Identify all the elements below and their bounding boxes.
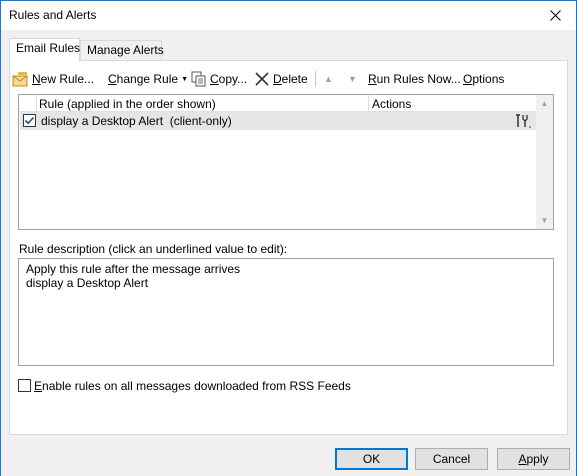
cancel-button-label: Cancel [432, 452, 471, 466]
options-button[interactable]: Options [463, 68, 504, 90]
actions-tools-icon [516, 114, 531, 128]
apply-button[interactable]: Apply [497, 448, 570, 470]
rules-list[interactable]: Rule (applied in the order shown) Action… [18, 94, 554, 230]
dialog-footer [1, 437, 576, 476]
move-up-button[interactable]: ▲ [324, 68, 333, 90]
move-down-button[interactable]: ▼ [348, 68, 357, 90]
cancel-button[interactable]: Cancel [415, 448, 488, 470]
rule-description-label-text: Rule description (click an underlined va… [19, 242, 288, 256]
rule-description-label: Rule description (click an underlined va… [19, 242, 287, 256]
copy-icon [191, 71, 206, 87]
rule-enabled-checkbox[interactable] [23, 114, 36, 127]
column-divider [368, 95, 369, 111]
close-button[interactable] [534, 1, 576, 30]
column-divider [36, 95, 37, 111]
scroll-up-icon: ▲ [540, 99, 549, 108]
description-line: Apply this rule after the message arrive… [26, 262, 241, 276]
rules-toolbar: New Rule... Change Rule ▼ Copy... Delete… [12, 68, 562, 90]
delete-icon [255, 72, 269, 86]
tab-email-rules[interactable]: Email Rules [9, 38, 80, 62]
rss-rules-label: Enable rules on all messages downloaded … [34, 379, 351, 393]
column-header-rule[interactable]: Rule (applied in the order shown) [39, 97, 216, 111]
delete-button[interactable]: Delete [255, 68, 308, 90]
change-rule-button[interactable]: Change Rule ▼ [108, 68, 188, 90]
toolbar-separator [315, 71, 316, 87]
chevron-down-icon: ▼ [181, 75, 188, 83]
new-rule-icon [12, 72, 28, 87]
scroll-down-button[interactable]: ▼ [536, 212, 553, 229]
rule-row[interactable]: display a Desktop Alert (client-only) [20, 112, 536, 130]
rules-list-header: Rule (applied in the order shown) Action… [19, 95, 537, 112]
rule-actions-cell[interactable] [515, 113, 533, 129]
checkmark-icon [24, 116, 35, 125]
rule-name: display a Desktop Alert (client-only) [41, 114, 232, 128]
description-line: display a Desktop Alert [26, 276, 149, 290]
rule-description-box[interactable]: Apply this rule after the message arrive… [18, 258, 554, 366]
rules-list-scrollbar[interactable]: ▲ ▼ [536, 95, 553, 229]
arrow-up-icon: ▲ [324, 74, 333, 84]
run-rules-now-button[interactable]: Run Rules Now... [368, 68, 461, 90]
rss-rules-checkbox[interactable] [18, 379, 31, 392]
scroll-up-button[interactable]: ▲ [536, 95, 553, 112]
tab-email-rules-label: Email Rules [16, 41, 81, 55]
tab-manage-alerts-label: Manage Alerts [87, 43, 164, 57]
arrow-down-icon: ▼ [348, 74, 357, 84]
ok-button-label: OK [362, 452, 381, 466]
apply-button-label: Apply [518, 452, 549, 466]
tab-manage-alerts[interactable]: Manage Alerts [80, 40, 164, 61]
window-title: Rules and Alerts [9, 8, 97, 22]
copy-button[interactable]: Copy... [191, 68, 247, 90]
title-bar: Rules and Alerts [1, 1, 576, 30]
rules-and-alerts-dialog: Rules and Alerts Email Rules Manage Aler… [0, 0, 577, 476]
new-rule-button[interactable]: New Rule... [12, 68, 94, 90]
ok-button[interactable]: OK [335, 448, 408, 470]
column-header-actions[interactable]: Actions [372, 97, 411, 111]
scroll-down-icon: ▼ [540, 216, 549, 225]
close-icon [549, 10, 561, 21]
